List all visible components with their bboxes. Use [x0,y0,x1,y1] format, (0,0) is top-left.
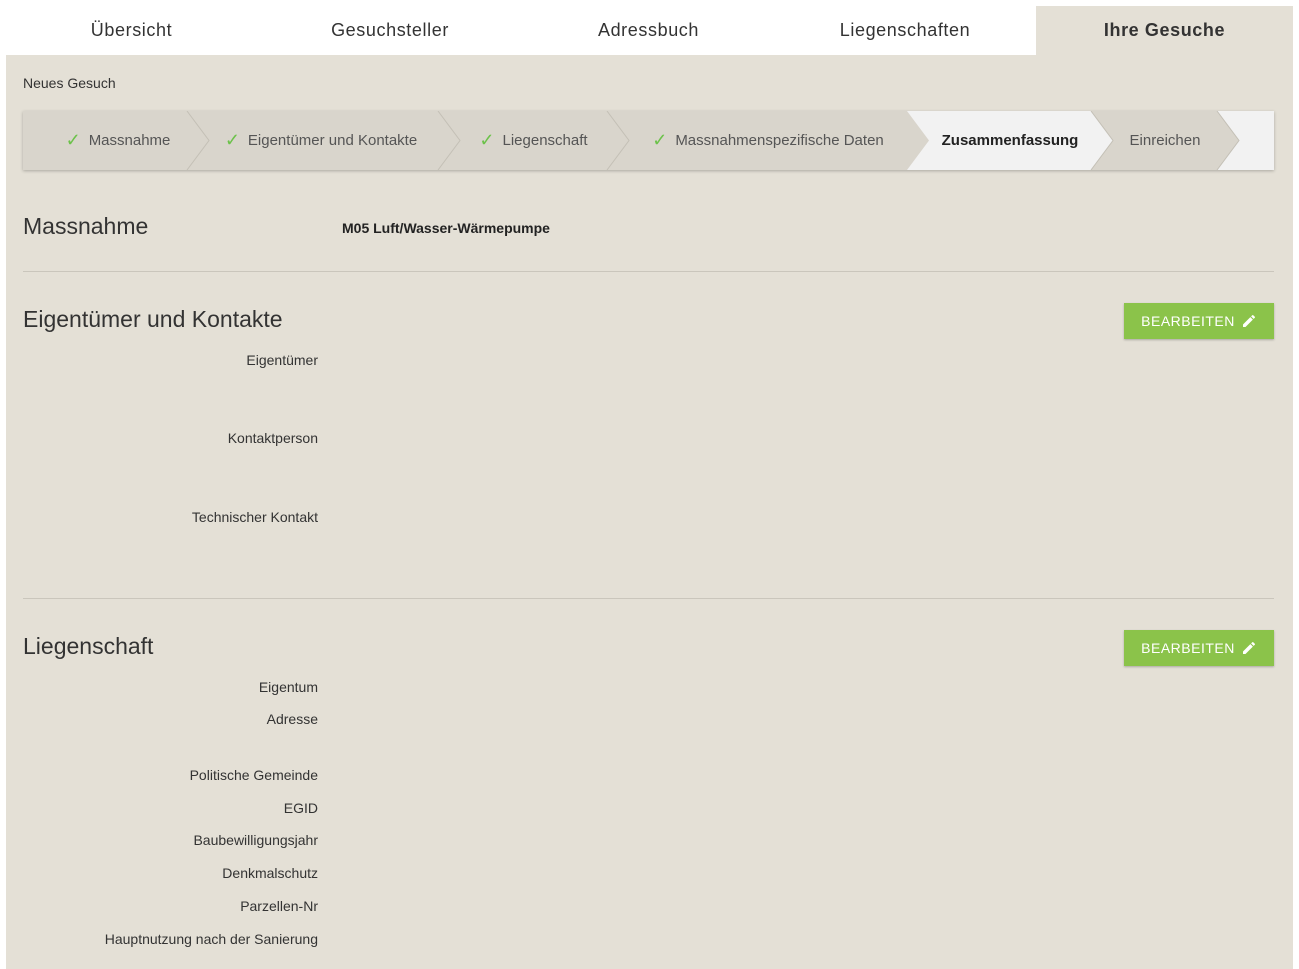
tab-gesuchsteller[interactable]: Gesuchsteller [257,6,523,55]
pencil-icon [1242,641,1255,654]
label-denkmalschutz: Denkmalschutz [222,865,318,881]
section-title-eigentuemer: Eigentümer und Kontakte [23,306,283,332]
step-label: Massnahme [88,132,171,149]
label-egid: EGID [283,800,318,816]
divider [23,598,1274,599]
step-massnahmenspezifische-daten[interactable]: ✓ Massnahmenspezifische Daten [629,111,907,170]
tab-liegenschaften[interactable]: Liegenschaften [774,6,1036,55]
edit-button-label: BEARBEITEN [1141,640,1235,656]
label-parzellen-nr: Parzellen-Nr [240,898,318,914]
section-title-massnahme: Massnahme [23,213,149,239]
check-icon: ✓ [652,130,668,150]
main-navigation: Übersicht Gesuchsteller Adressbuch Liege… [6,6,1293,55]
label-eigentum: Eigentum [258,679,318,695]
edit-button-label: BEARBEITEN [1141,313,1235,329]
step-label: Liegenschaft [502,132,588,149]
pencil-icon [1242,314,1255,327]
divider [23,271,1274,272]
massnahme-value: M05 Luft/Wasser-Wärmepumpe [342,220,550,236]
step-label: Zusammenfassung [941,132,1079,149]
edit-liegenschaft-button[interactable]: BEARBEITEN [1124,630,1274,666]
wizard-stepper: ✓ Massnahme ✓ Eigentümer und Kontakte ✓ … [23,111,1274,170]
check-icon: ✓ [224,130,240,150]
breadcrumb: Neues Gesuch [23,75,116,91]
tab-ihre-gesuche[interactable]: Ihre Gesuche [1036,6,1293,55]
step-eigentuemer-kontakte[interactable]: ✓ Eigentümer und Kontakte [209,111,433,170]
section-title-liegenschaft: Liegenschaft [23,633,154,659]
step-einreichen[interactable]: Einreichen [1113,111,1217,170]
step-liegenschaft[interactable]: ✓ Liegenschaft [460,111,607,170]
label-politische-gemeinde: Politische Gemeinde [189,767,318,783]
step-label: Einreichen [1129,132,1201,149]
label-technischer-kontakt: Technischer Kontakt [191,509,318,525]
label-hauptnutzung: Hauptnutzung nach der Sanierung [104,931,318,947]
tab-adressbuch[interactable]: Adressbuch [523,6,774,55]
step-massnahme[interactable]: ✓ Massnahme [43,111,193,170]
check-icon: ✓ [65,130,81,150]
label-eigentuemer: Eigentümer [246,352,318,368]
step-label: Eigentümer und Kontakte [247,132,418,149]
label-baubewilligungsjahr: Baubewilligungsjahr [193,832,318,848]
tab-uebersicht[interactable]: Übersicht [6,6,257,55]
step-zusammenfassung[interactable]: Zusammenfassung [929,111,1091,170]
label-adresse: Adresse [266,711,318,727]
label-kontaktperson: Kontaktperson [227,430,318,446]
step-label: Massnahmenspezifische Daten [675,132,884,149]
edit-eigentuemer-button[interactable]: BEARBEITEN [1124,303,1274,339]
check-icon: ✓ [479,130,495,150]
